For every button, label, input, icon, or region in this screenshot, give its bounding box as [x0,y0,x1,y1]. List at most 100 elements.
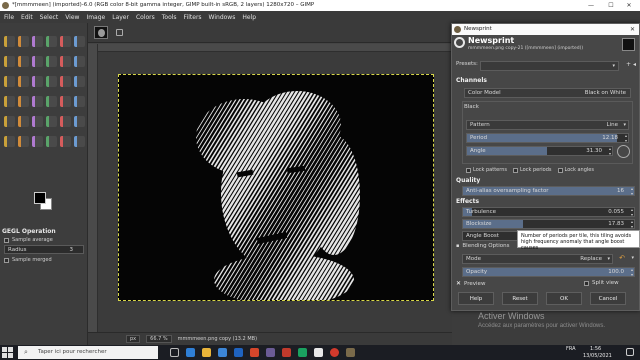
lock-periods-option[interactable]: Lock periods [512,167,552,173]
maximize-button[interactable]: ☐ [602,0,620,11]
split-view-option[interactable]: Split view [584,280,619,286]
colorize-tool-icon[interactable] [74,136,85,147]
close-button[interactable]: ✕ [620,0,638,11]
zoom-select[interactable]: 66.7 % [146,335,172,343]
black-tab[interactable]: Black [464,104,479,110]
period-slider[interactable]: Period 12.18 ▴ ▾ [466,133,629,143]
gradient-tool-icon[interactable] [18,96,29,107]
zoom-tool-icon[interactable] [60,76,71,87]
menu-edit[interactable]: Edit [21,14,33,21]
notification-icon[interactable] [626,348,634,356]
lock-periods-checkbox[interactable] [512,167,518,173]
pattern-combo[interactable]: Pattern Line ▾ [466,120,629,130]
newsprint-preview-image[interactable] [118,74,434,301]
menu-filters[interactable]: Filters [184,14,202,21]
unit-select[interactable]: px [126,335,141,343]
menu-layer[interactable]: Layer [112,14,129,21]
align-tool-icon[interactable] [18,36,29,47]
canvas-viewport[interactable] [98,52,452,332]
sample-merged-row[interactable]: Sample merged [4,257,52,263]
office-icon[interactable] [250,348,259,357]
file-explorer-icon[interactable] [202,348,211,357]
clock-time[interactable]: 1:56 [590,346,601,352]
heal-tool-icon[interactable] [46,116,57,127]
foreground-color-swatch[interactable] [34,192,46,204]
menu-windows[interactable]: Windows [209,14,236,21]
new-view-icon[interactable] [116,29,123,36]
media-app-icon[interactable] [266,348,275,357]
move-tool-icon[interactable] [4,36,15,47]
clone-tool-icon[interactable] [32,116,43,127]
cage-tool-icon[interactable] [32,136,43,147]
task-view-icon[interactable] [170,348,179,357]
select-by-color-tool-icon[interactable] [60,56,71,67]
turbulence-slider[interactable]: Turbulence 0.055 ▴ ▾ [462,207,635,217]
color-picker-tool-icon[interactable] [32,76,43,87]
airbrush-tool-icon[interactable] [74,96,85,107]
reset-button[interactable]: Reset [502,292,538,305]
horizontal-ruler[interactable] [98,44,452,52]
text-tool-icon[interactable] [74,76,85,87]
period-spin-icon[interactable]: ▴ ▾ [625,134,627,142]
image-tab-thumbnail[interactable] [94,26,108,39]
measure-tool-icon[interactable] [46,76,57,87]
help-button[interactable]: Help [458,292,494,305]
preview-check-icon[interactable]: ✕ [456,280,461,287]
eraser-tool-icon[interactable] [60,96,71,107]
sample-merged-checkbox[interactable] [4,257,9,263]
handle-transform-tool-icon[interactable] [74,36,85,47]
seamless-clone-tool-icon[interactable] [46,136,57,147]
smudge-tool-icon[interactable] [4,136,15,147]
paths-tool-icon[interactable] [18,76,29,87]
angle-spin-icon[interactable]: ▴ ▾ [609,147,611,155]
rect-select-tool-icon[interactable] [4,56,15,67]
menu-file[interactable]: File [4,14,14,21]
menu-help[interactable]: Help [242,14,256,21]
angle-dial-icon[interactable] [617,145,630,158]
presets-menu-icon[interactable]: ◂ [633,61,636,68]
foreground-select-tool-icon[interactable] [4,76,15,87]
lock-angles-option[interactable]: Lock angles [557,167,594,173]
split-view-checkbox[interactable] [584,280,589,286]
language-indicator[interactable]: FRA [566,346,576,352]
menu-select[interactable]: Select [40,14,59,21]
edge-browser-icon[interactable] [186,348,195,357]
lock-angles-checkbox[interactable] [557,167,563,173]
gegl-tool-icon[interactable] [60,136,71,147]
menu-tools[interactable]: Tools [162,14,177,21]
scissors-tool-icon[interactable] [74,56,85,67]
presets-combo[interactable]: ▾ [480,61,619,71]
menu-view[interactable]: View [65,14,79,21]
opacity-slider[interactable]: Opacity 100.0 ▴ ▾ [462,267,635,277]
sample-average-checkbox[interactable] [4,237,9,243]
lock-patterns-option[interactable]: Lock patterns [466,167,507,173]
perspective-clone-tool-icon[interactable] [60,116,71,127]
ellipse-select-tool-icon[interactable] [18,56,29,67]
unified-transform-tool-icon[interactable] [46,36,57,47]
minimize-button[interactable]: — [582,0,600,11]
blur-tool-icon[interactable] [74,116,85,127]
sample-average-row[interactable]: Sample average [4,237,53,243]
video-app-icon[interactable] [282,348,291,357]
mode-reset-icon[interactable]: ↶ [619,254,625,262]
taskbar-search-box[interactable]: ⌕ Taper ici pour rechercher [18,346,158,359]
gimp-taskbar-icon[interactable] [346,348,355,357]
fuzzy-select-tool-icon[interactable] [46,56,57,67]
mypaint-tool-icon[interactable] [18,116,29,127]
blocksize-slider[interactable]: Blocksize 17.83 ▴ ▾ [462,219,635,229]
mode-combo[interactable]: Mode Replace ▾ [462,254,613,264]
dialog-close-icon[interactable]: ✕ [630,24,635,35]
warp-tool-icon[interactable] [60,36,71,47]
angle-slider[interactable]: Angle 31.30 ▴ ▾ [466,146,613,156]
paintbrush-tool-icon[interactable] [46,96,57,107]
presets-add-icon[interactable]: + [626,61,631,68]
opacity-spin-icon[interactable]: ▴ ▾ [631,268,633,276]
windows-start-icon[interactable] [2,347,14,358]
pencil-tool-icon[interactable] [32,96,43,107]
antialias-spin-icon[interactable]: ▴ ▾ [631,187,633,195]
free-select-tool-icon[interactable] [32,56,43,67]
mail-icon[interactable] [234,348,243,357]
color-model-combo[interactable]: Color Model Black on White [464,88,631,98]
store-icon[interactable] [218,348,227,357]
turbulence-spin-icon[interactable]: ▴ ▾ [631,208,633,216]
